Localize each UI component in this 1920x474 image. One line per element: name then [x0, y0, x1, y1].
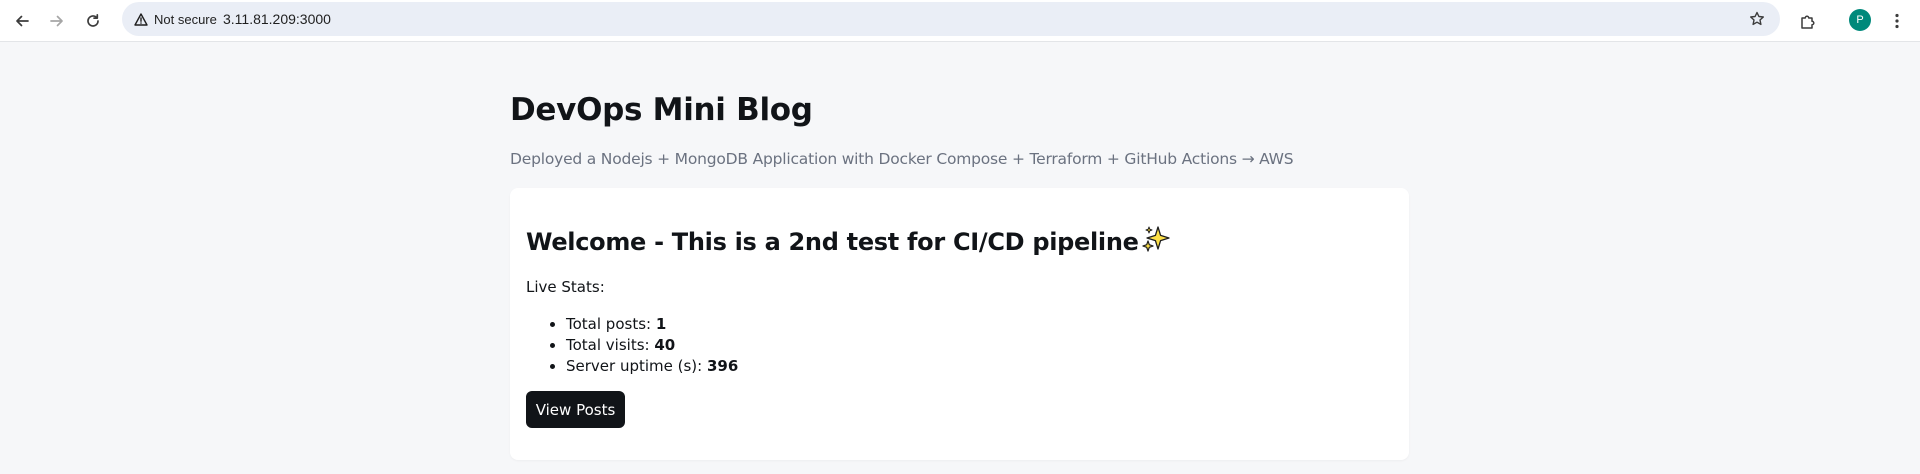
browser-toolbar: Not secure 3.11.81.209:3000 P [0, 0, 1920, 42]
warning-icon [134, 12, 148, 26]
reload-button[interactable] [78, 6, 108, 36]
extensions-button[interactable] [1793, 6, 1823, 36]
stat-value: 396 [706, 357, 739, 375]
view-posts-button[interactable]: View Posts [526, 391, 625, 428]
welcome-card: Welcome - This is a 2nd test for CI/CD p… [510, 188, 1409, 460]
page-title: DevOps Mini Blog [510, 92, 813, 128]
security-label: Not secure [154, 11, 217, 27]
bookmark-button[interactable] [1744, 6, 1770, 32]
sparkles-icon [1141, 224, 1171, 260]
list-item: Total visits: 40 [566, 335, 738, 356]
reload-icon [87, 13, 99, 27]
profile-avatar[interactable]: P [1849, 9, 1871, 31]
forward-button[interactable] [42, 6, 72, 36]
page-subtitle: Deployed a Nodejs + MongoDB Application … [510, 150, 1294, 168]
list-item: Server uptime (s): 396 [566, 356, 738, 377]
more-menu-icon [1895, 13, 1899, 29]
stat-label: Total posts: [566, 315, 656, 333]
stat-label: Server uptime (s): [566, 357, 707, 375]
security-chip[interactable]: Not secure [130, 7, 221, 31]
forward-arrow-icon [50, 15, 63, 27]
back-arrow-icon [16, 15, 29, 27]
more-menu-button[interactable] [1886, 6, 1908, 36]
card-heading: Welcome - This is a 2nd test for CI/CD p… [526, 224, 1171, 260]
address-bar[interactable]: Not secure 3.11.81.209:3000 [122, 2, 1780, 36]
extensions-icon [1801, 15, 1815, 29]
stats-label: Live Stats: [526, 278, 605, 296]
stat-value: 1 [655, 315, 667, 333]
stat-label: Total visits: [566, 336, 655, 354]
stat-value: 40 [654, 336, 676, 354]
card-heading-text: Welcome - This is a 2nd test for CI/CD p… [526, 228, 1139, 256]
back-button[interactable] [7, 6, 37, 36]
url-text[interactable]: 3.11.81.209:3000 [223, 2, 331, 36]
stats-list: Total posts: 1 Total visits: 40 Server u… [526, 314, 738, 377]
star-icon [1750, 11, 1764, 26]
list-item: Total posts: 1 [566, 314, 738, 335]
